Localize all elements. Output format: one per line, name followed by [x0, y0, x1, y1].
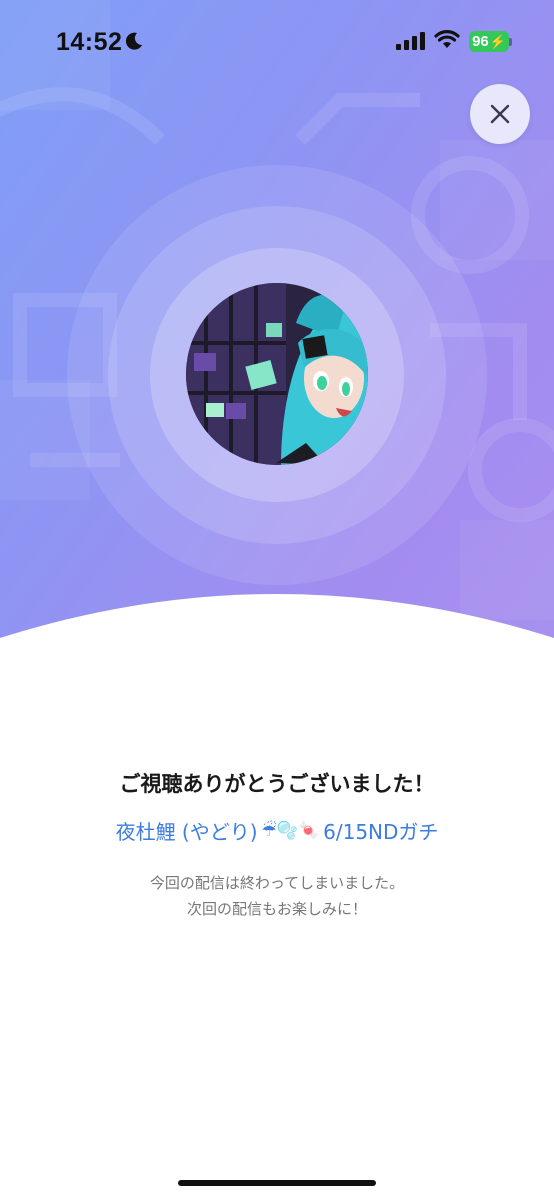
hero-wave: [0, 594, 554, 700]
status-time: 14:52: [56, 28, 123, 56]
home-indicator[interactable]: [178, 1180, 376, 1186]
stream-title-emojis: ☔🫧🍬: [261, 820, 320, 841]
wifi-icon: [434, 30, 460, 48]
ended-notice-line2: 次回の配信もお楽しみに！: [186, 900, 367, 918]
charging-bolt-icon: ⚡: [489, 33, 506, 49]
close-button[interactable]: [470, 84, 530, 144]
battery-level: 96: [472, 33, 489, 50]
stream-title-link[interactable]: 夜杜鯉 (やどり) ☔🫧🍬 6/15NDガチ: [0, 816, 554, 845]
close-icon: [490, 104, 510, 124]
avatar-image: [186, 283, 368, 465]
thanks-heading: ご視聴ありがとうございました！: [119, 772, 435, 796]
ended-notice-line1: 今回の配信は終わってしまいました。: [149, 874, 405, 892]
signal-icon: [396, 32, 425, 50]
battery-tip: [509, 38, 512, 46]
moon-icon: [125, 32, 142, 50]
battery-icon: 96 ⚡: [469, 31, 509, 52]
streamer-avatar: [186, 283, 368, 465]
stream-title-suffix: 6/15NDガチ: [323, 820, 439, 844]
status-bar: 14:52 96 ⚡: [0, 0, 554, 84]
stream-title-text: 夜杜鯉 (やどり): [115, 820, 258, 844]
